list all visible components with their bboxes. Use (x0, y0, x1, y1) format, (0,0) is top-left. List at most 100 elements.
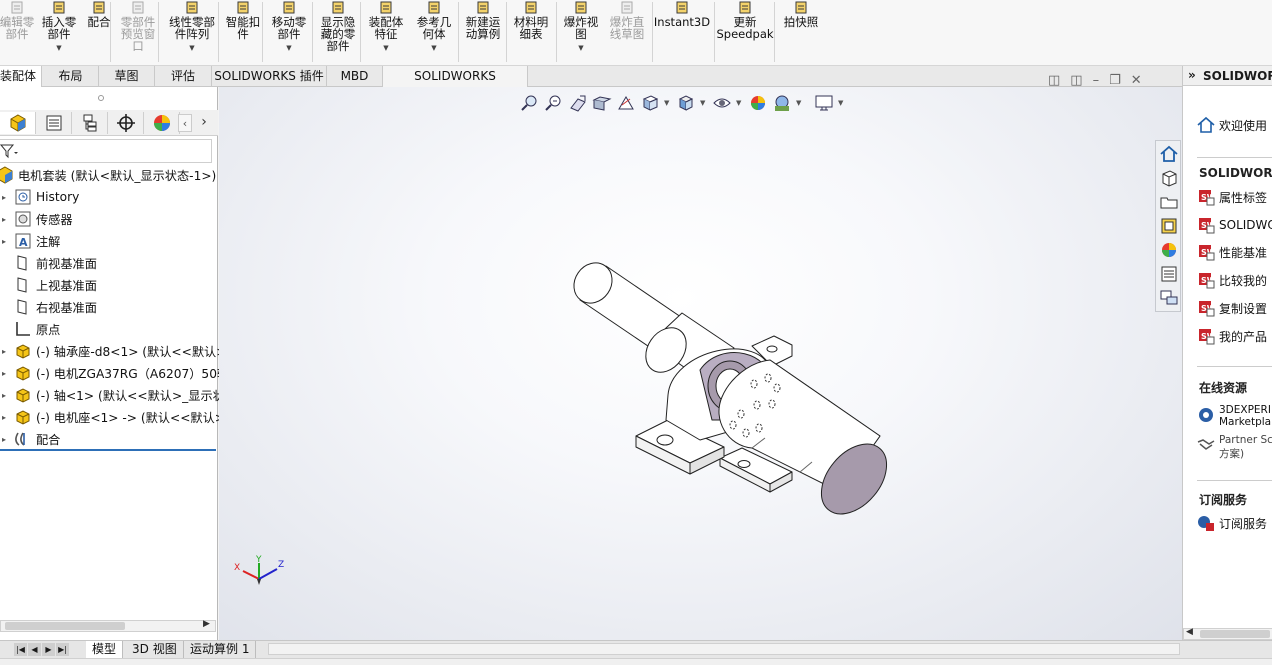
maximize-icon[interactable]: ❐ (1109, 73, 1121, 88)
expand-arrow-icon[interactable]: ▸ (2, 193, 8, 202)
dropdown-arrow-icon[interactable]: ▼ (189, 42, 194, 54)
last-tab-icon[interactable]: ▶| (56, 643, 69, 656)
expand-arrow-icon[interactable]: ▸ (2, 435, 8, 444)
smart-fasteners-button[interactable]: 智能扣 件 (222, 0, 264, 66)
tree-item[interactable]: ▸ (-) 电机ZGA37RG（A6207）50转 (2, 362, 229, 384)
solidworks-tool-link[interactable]: SW复制设置 (1197, 298, 1267, 318)
expand-arrow-icon[interactable]: ▸ (2, 347, 8, 356)
task-pane-horizontal-scrollbar[interactable]: ◀ (1183, 627, 1272, 640)
hide-show-dropdown-icon[interactable]: ▼ (736, 99, 744, 107)
explode-line-sketch-button[interactable]: 爆炸直 线草图 (604, 0, 650, 66)
tree-item[interactable]: ▸ (-) 轴承座-d8<1> (默认<<默认> (2, 340, 226, 362)
tree-item[interactable]: 右视基准面 (14, 296, 97, 318)
scrollbar-thumb[interactable] (1200, 630, 1270, 638)
tab-featuremanager[interactable] (0, 112, 36, 134)
tab-design-library[interactable] (1159, 168, 1179, 188)
linear-pattern-button[interactable]: 线性零部 件阵列 ▼ (162, 0, 222, 66)
show-hidden-button[interactable]: 显示隐 藏的零 部件 (314, 0, 362, 66)
assembly-model[interactable] (219, 87, 1182, 642)
edit-appearance-button[interactable] (748, 93, 768, 113)
view-orientation-button[interactable] (640, 93, 660, 113)
solidworks-tool-link[interactable]: SW我的产品 (1197, 326, 1267, 346)
tab-displaymanager[interactable] (144, 112, 180, 134)
welcome-link[interactable]: 欢迎使用 (1197, 115, 1267, 135)
update-speedpak-button[interactable]: 更新 Speedpak (714, 0, 776, 66)
expand-arrow-icon[interactable]: ▸ (2, 369, 8, 378)
tree-root-assembly[interactable]: 电机套装 (默认<默认_显示状态-1>) (0, 164, 216, 186)
tree-item[interactable]: 上视基准面 (14, 274, 97, 296)
partner-solutions-link[interactable]: Partner Sc 方案) (1197, 433, 1272, 461)
tab-model[interactable]: 模型 (86, 641, 124, 658)
tree-item[interactable]: ▸ 配合 (2, 428, 60, 450)
graphics-horizontal-scrollbar[interactable] (268, 643, 1180, 655)
expand-arrow-icon[interactable]: ▸ (2, 413, 8, 422)
tab-dimxpertmanager[interactable] (108, 112, 144, 134)
tree-item[interactable]: ▸ History (2, 186, 79, 208)
view-orientation-dropdown-icon[interactable]: ▼ (664, 99, 672, 107)
tab-file-explorer[interactable] (1159, 192, 1179, 212)
tree-filter-bar[interactable] (0, 139, 212, 163)
panel-splitter-handle[interactable] (98, 95, 104, 101)
close-icon[interactable]: ✕ (1131, 73, 1142, 88)
previous-view-button[interactable] (568, 93, 588, 113)
subscription-link[interactable]: 订阅服务 (1197, 513, 1267, 533)
tab-solidworks-inspection[interactable]: SOLIDWORKS Inspection (383, 66, 528, 103)
restore-left-icon[interactable]: ◫ (1048, 73, 1060, 88)
minimize-icon[interactable]: – (1093, 73, 1100, 88)
tabs-scroll-left-button[interactable]: ‹ (178, 114, 192, 132)
move-component-button[interactable]: 移动零 部件 ▼ (266, 0, 312, 66)
tab-evaluate[interactable]: 评估 (155, 66, 212, 87)
restore-right-icon[interactable]: ◫ (1070, 73, 1082, 88)
view-settings-button[interactable] (814, 93, 834, 113)
tree-item[interactable]: 前视基准面 (14, 252, 97, 274)
exploded-view-button[interactable]: 爆炸视 图 ▼ (558, 0, 604, 66)
tree-item[interactable]: 原点 (14, 318, 60, 340)
bill-of-materials-button[interactable]: 材料明 细表 (508, 0, 554, 66)
tree-item[interactable]: ▸ (-) 轴<1> (默认<<默认>_显示状 (2, 384, 225, 406)
view-settings-dropdown-icon[interactable]: ▼ (838, 99, 846, 107)
mate-button[interactable]: 配合 (82, 0, 116, 66)
apply-scene-button[interactable] (772, 93, 792, 113)
reference-geometry-button[interactable]: 参考几 何体 ▼ (410, 0, 458, 66)
hide-show-items-button[interactable] (712, 93, 732, 113)
tab-propertymanager[interactable] (36, 112, 72, 134)
tabs-scroll-right-button[interactable]: › (196, 114, 212, 132)
zoom-to-area-button[interactable] (544, 93, 564, 113)
dropdown-arrow-icon[interactable]: ▼ (578, 42, 583, 54)
zoom-to-fit-button[interactable] (520, 93, 540, 113)
component-preview-button[interactable]: 零部件 预览窗 口 (116, 0, 160, 66)
tab-solidworks-resources[interactable] (1159, 144, 1179, 164)
instant3d-button[interactable]: Instant3D (652, 0, 712, 66)
tab-navigation-arrows[interactable]: |◀ ◀ ▶ ▶| (14, 643, 86, 656)
scrollbar-thumb[interactable] (5, 622, 125, 630)
expand-arrow-icon[interactable]: ▸ (2, 237, 8, 246)
display-style-dropdown-icon[interactable]: ▼ (700, 99, 708, 107)
tree-item[interactable]: ▸ 传感器 (2, 208, 73, 230)
edit-part-button[interactable]: 编辑零 部件 (0, 0, 34, 66)
tab-forum[interactable] (1159, 288, 1179, 308)
collapse-chevron-icon[interactable]: » (1188, 68, 1196, 82)
take-snapshot-button[interactable]: 拍快照 (778, 0, 824, 66)
expand-arrow-icon[interactable]: ▸ (2, 215, 8, 224)
tab-mbd[interactable]: MBD (327, 66, 383, 87)
scroll-left-arrow-icon[interactable]: ◀ (1186, 627, 1193, 637)
graphics-area[interactable]: X Y Z (219, 87, 1182, 642)
tab-appearances[interactable] (1159, 240, 1179, 260)
solidworks-tool-link[interactable]: SW比较我的 (1197, 270, 1267, 290)
dropdown-arrow-icon[interactable]: ▼ (286, 42, 291, 54)
apply-scene-dropdown-icon[interactable]: ▼ (796, 99, 804, 107)
solidworks-tool-link[interactable]: SWSOLIDWO (1197, 215, 1272, 235)
assembly-features-button[interactable]: 装配体 特征 ▼ (362, 0, 410, 66)
tab-solidworks-addins[interactable]: SOLIDWORKS 插件 (212, 66, 327, 87)
scroll-right-arrow-icon[interactable]: ▶ (203, 619, 210, 629)
tab-custom-properties[interactable] (1159, 264, 1179, 284)
new-motion-study-button[interactable]: 新建运 动算例 (458, 0, 508, 66)
display-style-button[interactable] (676, 93, 696, 113)
dropdown-arrow-icon[interactable]: ▼ (383, 42, 388, 54)
section-view-button[interactable] (592, 93, 612, 113)
tab-motion-study-1[interactable]: 运动算例 1 (184, 641, 257, 658)
solidworks-tool-link[interactable]: SW属性标签 (1197, 187, 1267, 207)
tab-view-palette[interactable] (1159, 216, 1179, 236)
next-tab-icon[interactable]: ▶ (42, 643, 55, 656)
insert-components-button[interactable]: 插入零 部件 ▼ (38, 0, 80, 66)
